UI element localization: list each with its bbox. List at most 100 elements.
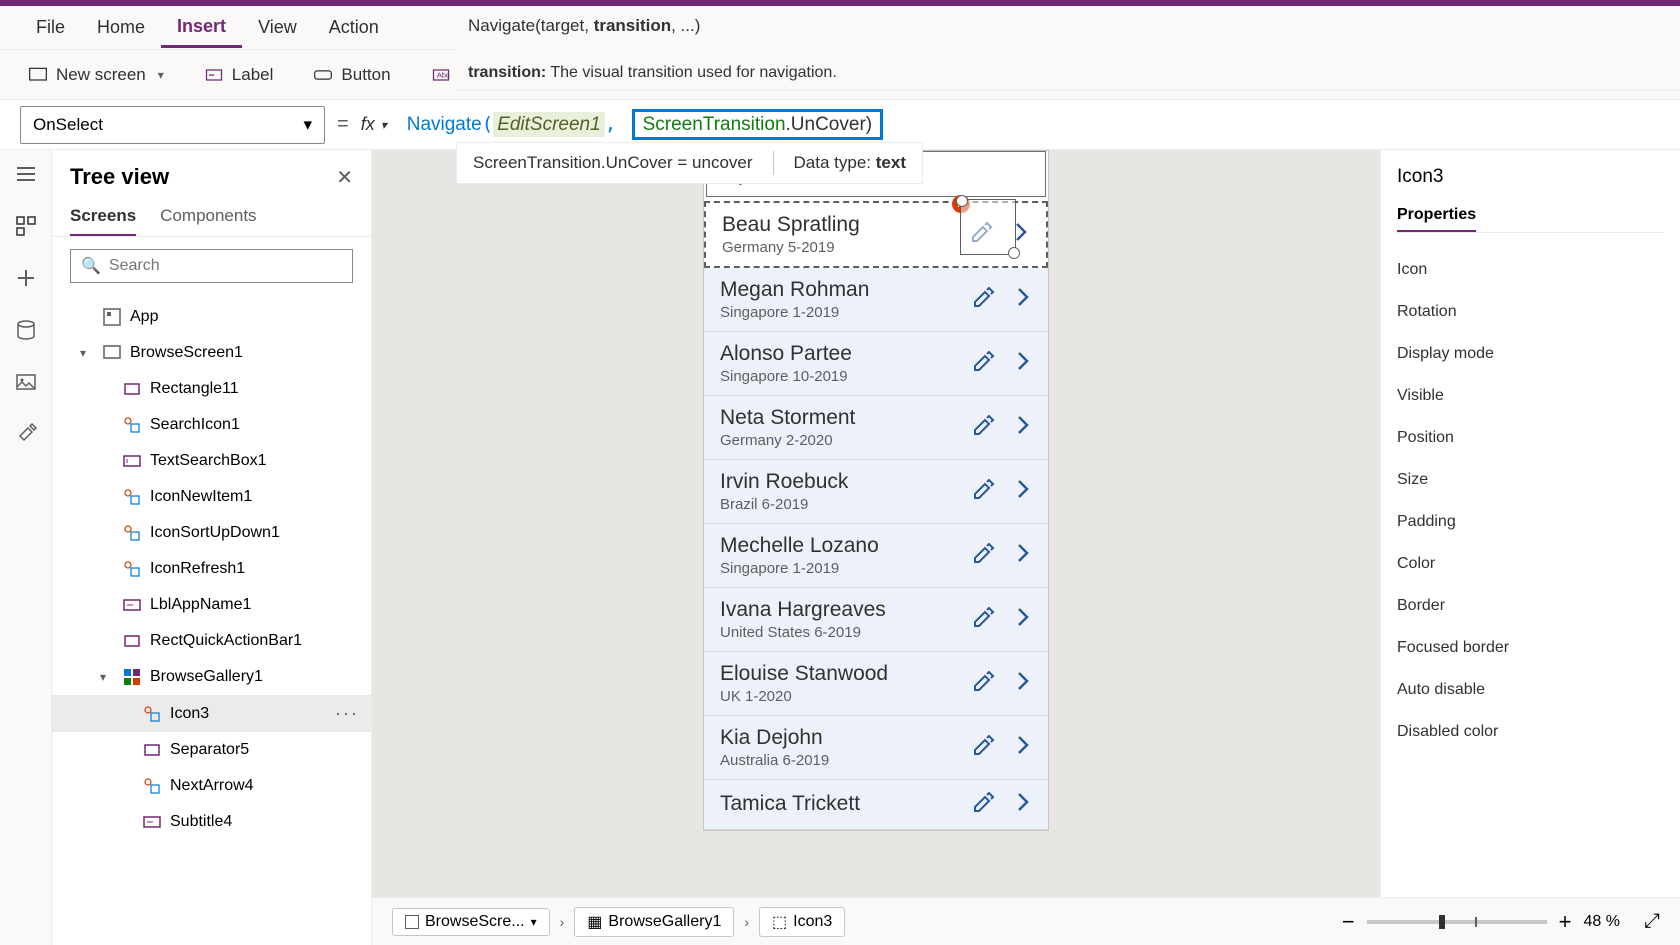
prop-row-focused-border[interactable]: Focused border <box>1397 627 1664 669</box>
gallery-item[interactable]: Irvin RoebuckBrazil 6-2019 <box>704 460 1048 524</box>
fx-label[interactable]: fx ▾ <box>361 114 387 135</box>
prop-row-display-mode[interactable]: Display mode <box>1397 333 1664 375</box>
next-arrow-icon[interactable] <box>1014 669 1032 698</box>
menu-action[interactable]: Action <box>313 9 395 46</box>
edit-icon[interactable] <box>970 220 994 249</box>
item-name: Mechelle Lozano <box>720 534 972 558</box>
tree-search-input[interactable] <box>109 257 342 275</box>
edit-icon[interactable] <box>972 605 996 634</box>
next-arrow-icon[interactable] <box>1014 541 1032 570</box>
edit-icon[interactable] <box>972 733 996 762</box>
more-icon[interactable]: ··· <box>335 703 359 724</box>
next-arrow-icon[interactable] <box>1014 413 1032 442</box>
property-selector[interactable]: OnSelect ▾ <box>20 106 325 144</box>
hamburger-icon[interactable] <box>14 162 38 186</box>
prop-row-auto-disable[interactable]: Auto disable <box>1397 669 1664 711</box>
tree-node-icon3[interactable]: Icon3··· <box>52 695 371 732</box>
tree-view-icon[interactable] <box>14 214 38 238</box>
next-arrow-icon[interactable] <box>1014 790 1032 819</box>
prop-row-position[interactable]: Position <box>1397 417 1664 459</box>
gallery-item[interactable]: Megan RohmanSingapore 1-2019 <box>704 268 1048 332</box>
tree-node-rectquickactionbar1[interactable]: RectQuickActionBar1 <box>52 623 371 659</box>
gallery-item[interactable]: Kia DejohnAustralia 6-2019 <box>704 716 1048 780</box>
tree-node-browsescreen1[interactable]: ▾BrowseScreen1 <box>52 335 371 371</box>
edit-icon[interactable] <box>972 669 996 698</box>
edit-icon[interactable] <box>972 349 996 378</box>
button-button[interactable]: Button <box>305 59 398 91</box>
next-arrow-icon[interactable] <box>1014 477 1032 506</box>
gallery-item[interactable]: Neta StormentGermany 2-2020 <box>704 396 1048 460</box>
tree-node-subtitle4[interactable]: Subtitle4 <box>52 804 371 840</box>
textbox-icon <box>122 451 142 471</box>
menu-view[interactable]: View <box>242 9 313 46</box>
next-arrow-icon[interactable] <box>1014 285 1032 314</box>
tree-node-lblappname1[interactable]: LblAppName1 <box>52 587 371 623</box>
prop-row-padding[interactable]: Padding <box>1397 501 1664 543</box>
tab-components[interactable]: Components <box>160 198 256 236</box>
label-button[interactable]: Label <box>196 59 282 91</box>
new-screen-button[interactable]: New screen ▾ <box>20 59 172 91</box>
data-icon[interactable] <box>14 318 38 342</box>
menu-home[interactable]: Home <box>81 9 161 46</box>
tree-node-rectangle11[interactable]: Rectangle11 <box>52 371 371 407</box>
label-icon <box>204 65 224 85</box>
next-arrow-icon[interactable] <box>1014 605 1032 634</box>
breadcrumb-screen-label: BrowseScre... <box>425 913 525 931</box>
media-icon[interactable] <box>14 370 38 394</box>
close-icon[interactable]: ✕ <box>336 165 353 190</box>
gallery-item[interactable]: Alonso ParteeSingapore 10-2019 <box>704 332 1048 396</box>
tooltip-desc-label: transition: <box>468 64 546 81</box>
edit-icon[interactable] <box>972 477 996 506</box>
gallery-item[interactable]: Mechelle LozanoSingapore 1-2019 <box>704 524 1048 588</box>
fullscreen-icon[interactable]: ⤢ <box>1644 910 1660 933</box>
edit-icon[interactable] <box>972 541 996 570</box>
zoom-slider[interactable] <box>1367 920 1547 924</box>
add-icon[interactable] <box>14 266 38 290</box>
tree-node-searchicon1[interactable]: SearchIcon1 <box>52 407 371 443</box>
edit-icon[interactable] <box>972 413 996 442</box>
formula-bar[interactable]: Navigate(EditScreen1, ScreenTransition.U… <box>399 109 1660 140</box>
prop-row-icon[interactable]: Icon <box>1397 249 1664 291</box>
tree-node-nextarrow4[interactable]: NextArrow4 <box>52 768 371 804</box>
edit-icon[interactable] <box>972 285 996 314</box>
next-arrow-icon[interactable] <box>1014 733 1032 762</box>
tools-icon[interactable] <box>14 422 38 446</box>
item-subtitle: United States 6-2019 <box>720 624 972 641</box>
gallery-item[interactable]: Elouise StanwoodUK 1-2020 <box>704 652 1048 716</box>
tree-node-iconsortupdown1[interactable]: IconSortUpDown1 <box>52 515 371 551</box>
next-arrow-icon[interactable] <box>1014 349 1032 378</box>
item-subtitle: Brazil 6-2019 <box>720 496 972 513</box>
tree-node-iconnewitem1[interactable]: IconNewItem1 <box>52 479 371 515</box>
zoom-out-button[interactable]: − <box>1342 909 1355 935</box>
prop-row-border[interactable]: Border <box>1397 585 1664 627</box>
prop-row-size[interactable]: Size <box>1397 459 1664 501</box>
tree-node-app[interactable]: App <box>52 299 371 335</box>
prop-row-rotation[interactable]: Rotation <box>1397 291 1664 333</box>
gallery-item[interactable]: Beau SpratlingGermany 5-2019✕ <box>704 201 1048 268</box>
screen-icon <box>405 915 419 929</box>
tab-properties[interactable]: Properties <box>1397 200 1476 232</box>
tree-search-box[interactable]: 🔍 <box>70 249 353 283</box>
prop-row-color[interactable]: Color <box>1397 543 1664 585</box>
prop-row-visible[interactable]: Visible <box>1397 375 1664 417</box>
formula-highlight: ScreenTransition.UnCover) <box>632 109 884 140</box>
breadcrumb-gallery[interactable]: ▦ BrowseGallery1 <box>574 907 734 937</box>
next-arrow-icon[interactable] <box>1012 220 1030 249</box>
item-name: Alonso Partee <box>720 342 972 366</box>
group-icon <box>142 704 162 724</box>
zoom-handle[interactable] <box>1439 915 1445 929</box>
breadcrumb-screen[interactable]: BrowseScre... ▾ <box>392 908 550 936</box>
gallery-item[interactable]: Ivana HargreavesUnited States 6-2019 <box>704 588 1048 652</box>
tree-node-textsearchbox1[interactable]: TextSearchBox1 <box>52 443 371 479</box>
tree-node-separator5[interactable]: Separator5 <box>52 732 371 768</box>
menu-insert[interactable]: Insert <box>161 8 242 48</box>
gallery-item[interactable]: Tamica Trickett <box>704 780 1048 830</box>
tree-node-browsegallery1[interactable]: ▾BrowseGallery1 <box>52 659 371 695</box>
edit-icon[interactable] <box>972 790 996 819</box>
menu-file[interactable]: File <box>20 9 81 46</box>
tree-node-iconrefresh1[interactable]: IconRefresh1 <box>52 551 371 587</box>
prop-row-disabled-color[interactable]: Disabled color <box>1397 711 1664 753</box>
tab-screens[interactable]: Screens <box>70 198 136 236</box>
breadcrumb-icon[interactable]: ⬚ Icon3 <box>759 907 845 937</box>
zoom-in-button[interactable]: + <box>1559 909 1572 935</box>
